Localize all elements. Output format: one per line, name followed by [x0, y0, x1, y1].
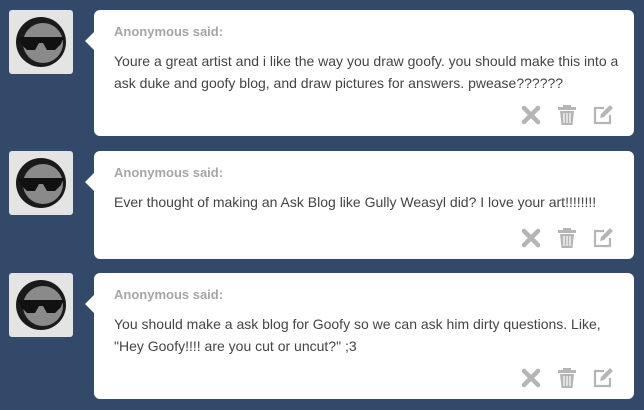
question-text: You should make a ask blog for Goofy so …	[114, 316, 601, 354]
trash-button[interactable]	[556, 367, 578, 389]
ask-actions	[520, 104, 614, 126]
answer-button[interactable]	[592, 104, 614, 126]
ask-card: Anonymous said: Youre a great artist and…	[85, 10, 634, 136]
asker-name[interactable]: Anonymous said:	[114, 287, 223, 302]
answer-button[interactable]	[592, 227, 614, 249]
trash-icon	[558, 105, 576, 125]
avatar[interactable]	[9, 273, 73, 337]
question-text: Youre a great artist and i like the way …	[114, 53, 619, 91]
answer-button[interactable]	[592, 367, 614, 389]
x-icon	[521, 228, 541, 248]
edit-icon	[593, 228, 613, 248]
ask-card: Anonymous said: You should make a ask bl…	[85, 273, 634, 399]
avatar[interactable]	[9, 10, 73, 74]
ask-actions	[520, 367, 614, 389]
question-text: Ever thought of making an Ask Blog like …	[114, 194, 597, 210]
avatar[interactable]	[9, 151, 73, 215]
anonymous-avatar-icon	[16, 280, 66, 330]
edit-icon	[593, 105, 613, 125]
ask-actions	[520, 227, 614, 249]
trash-icon	[558, 368, 576, 388]
x-icon	[521, 368, 541, 388]
trash-button[interactable]	[556, 227, 578, 249]
anonymous-avatar-icon	[16, 17, 66, 67]
trash-icon	[558, 228, 576, 248]
x-icon	[521, 105, 541, 125]
asker-name[interactable]: Anonymous said:	[114, 24, 223, 39]
delete-button[interactable]	[520, 104, 542, 126]
asker-name[interactable]: Anonymous said:	[114, 165, 223, 180]
ask-card: Anonymous said: Ever thought of making a…	[85, 151, 634, 259]
trash-button[interactable]	[556, 104, 578, 126]
anonymous-avatar-icon	[16, 158, 66, 208]
edit-icon	[593, 368, 613, 388]
delete-button[interactable]	[520, 227, 542, 249]
delete-button[interactable]	[520, 367, 542, 389]
